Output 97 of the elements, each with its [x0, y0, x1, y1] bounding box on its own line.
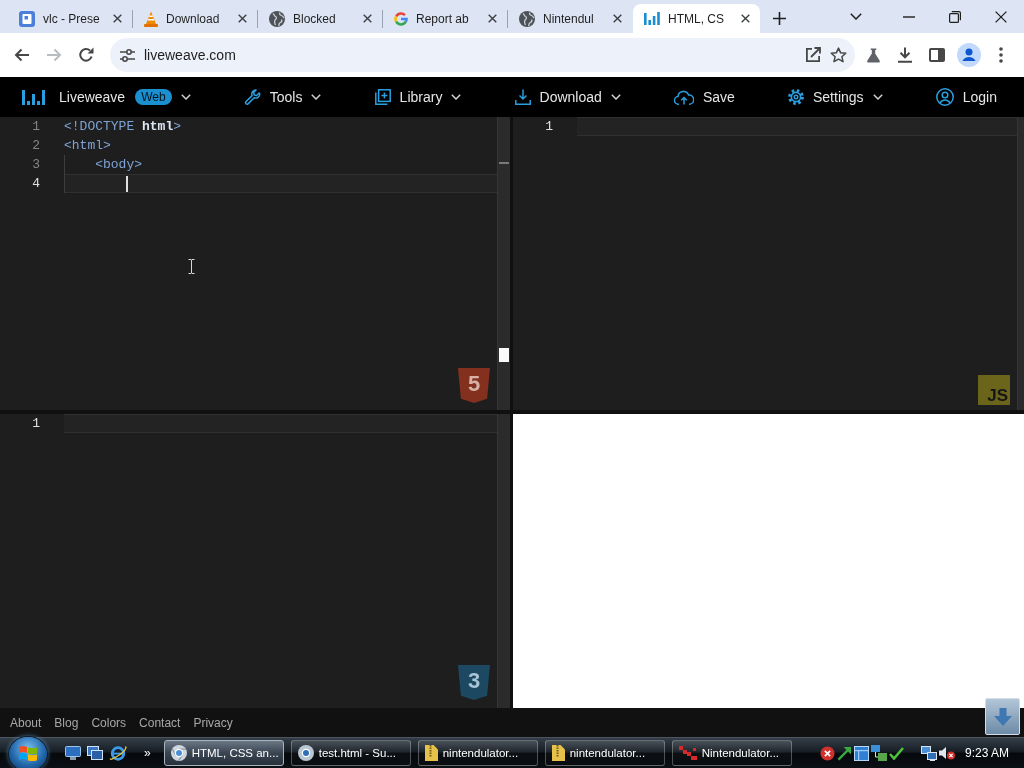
taskbar-button[interactable]: nintendulator... [544, 740, 665, 766]
footer-link[interactable]: Privacy [193, 715, 233, 730]
download-menu[interactable]: Download [514, 89, 621, 105]
browser-tab[interactable]: Blocked [258, 4, 382, 33]
taskbar-button[interactable]: test.html - Su... [290, 740, 411, 766]
download-icon [514, 89, 531, 105]
scroll-down-button[interactable] [985, 698, 1020, 735]
side-panel-icon[interactable] [929, 48, 945, 62]
bar-chart-icon [644, 12, 660, 25]
zip-file-icon [551, 745, 565, 761]
close-icon[interactable] [995, 10, 1007, 23]
user-circle-icon [935, 88, 954, 106]
i-beam-pointer-icon [188, 259, 195, 274]
profile-avatar-icon[interactable] [957, 43, 981, 67]
monitor-icon[interactable] [920, 745, 937, 761]
save-button[interactable]: Save [673, 89, 735, 105]
browser-tab[interactable]: Nintendul [508, 4, 632, 33]
footer-link[interactable]: Blog [54, 715, 79, 730]
browser-tab[interactable]: Report ab [383, 4, 507, 33]
line-number: 1 [544, 118, 553, 136]
start-button[interactable] [9, 736, 47, 768]
chevron-down-icon[interactable] [850, 13, 862, 20]
code-line: <!DOCTYPE html> [64, 118, 182, 136]
line-number: 2 [31, 137, 40, 155]
brand-name[interactable]: Liveweave [59, 89, 126, 105]
scrollbar[interactable] [1017, 117, 1024, 410]
line-number: 1 [31, 118, 40, 136]
globe-icon [269, 10, 285, 27]
back-arrow-icon[interactable] [14, 48, 30, 62]
show-desktop-icon[interactable] [65, 746, 81, 760]
pixel-art-icon [678, 746, 697, 760]
window-icon[interactable] [853, 745, 869, 761]
browser-tab[interactable]: HTML, CS [633, 4, 760, 33]
scrollbar[interactable] [497, 117, 510, 410]
taskbar-button[interactable]: nintendulator... [417, 740, 538, 766]
overflow-chevron[interactable]: » [144, 746, 151, 760]
html5-logo: 5 [458, 368, 490, 403]
gear-icon [788, 89, 804, 105]
browser-tab[interactable]: Download [133, 4, 257, 33]
network-icon[interactable] [870, 745, 887, 761]
footer-link[interactable]: Contact [139, 715, 181, 730]
close-icon[interactable] [113, 14, 122, 23]
close-icon[interactable] [238, 14, 247, 23]
star-icon[interactable] [830, 47, 847, 63]
globe-icon [519, 10, 535, 27]
plus-icon[interactable] [772, 12, 786, 25]
cloud-upload-icon [673, 89, 694, 105]
more-menu-icon[interactable] [999, 47, 1003, 63]
plus-square-icon [374, 89, 391, 105]
g-logo-icon [394, 11, 408, 26]
browser-tab[interactable]: vlc - Prese [8, 4, 132, 33]
close-icon[interactable] [741, 14, 750, 23]
tune-icon[interactable] [120, 48, 135, 62]
restore-icon[interactable] [949, 10, 961, 23]
library-menu[interactable]: Library [374, 89, 462, 105]
checkmark-icon[interactable] [888, 746, 904, 760]
line-number: 3 [31, 156, 40, 174]
line-number: 1 [31, 415, 40, 433]
close-icon[interactable] [613, 14, 622, 23]
tools-menu[interactable]: Tools [243, 88, 322, 106]
line-number: 4 [31, 175, 40, 193]
circle-logo-icon [297, 745, 314, 761]
js-logo: JS [978, 375, 1010, 405]
zip-file-icon [424, 745, 438, 761]
windows-flag-icon [19, 746, 37, 761]
taskbar-button[interactable]: HTML, CSS an... [163, 740, 284, 766]
muted-speaker-icon[interactable] [938, 746, 955, 760]
bars-logo-icon[interactable] [22, 89, 45, 105]
taskbar-button[interactable]: Nintendulator... [671, 740, 792, 766]
reload-icon[interactable] [78, 47, 94, 63]
footer-link[interactable]: About [10, 715, 42, 730]
scrollbar-thumb[interactable] [499, 348, 509, 362]
login-button[interactable]: Login [935, 88, 997, 106]
code-line: <html> [64, 137, 111, 155]
scrollbar[interactable] [497, 414, 510, 708]
switch-windows-icon[interactable] [87, 746, 103, 760]
error-circle-icon[interactable] [819, 745, 835, 761]
code-line: <body> [95, 156, 142, 174]
arrow-icon[interactable] [836, 745, 852, 761]
footer-link[interactable]: Colors [91, 715, 127, 730]
settings-menu[interactable]: Settings [788, 89, 883, 105]
traffic-cone-icon [144, 10, 158, 27]
share-icon[interactable] [805, 47, 821, 63]
edition-badge: Web [135, 89, 172, 105]
flask-icon[interactable] [865, 47, 881, 63]
download-icon[interactable] [897, 47, 913, 63]
wrench-icon [243, 88, 261, 106]
minimize-icon[interactable] [903, 15, 915, 18]
clock[interactable]: 9:23 AM [964, 746, 1009, 760]
down-arrow-icon [993, 707, 1012, 726]
close-icon[interactable] [488, 14, 497, 23]
close-icon[interactable] [363, 14, 372, 23]
css3-logo: 3 [458, 665, 490, 700]
e-logo-icon[interactable] [109, 744, 127, 762]
circle-logo-icon [170, 745, 187, 761]
address-bar[interactable]: liveweave.com [110, 38, 855, 72]
document-icon [19, 10, 35, 27]
